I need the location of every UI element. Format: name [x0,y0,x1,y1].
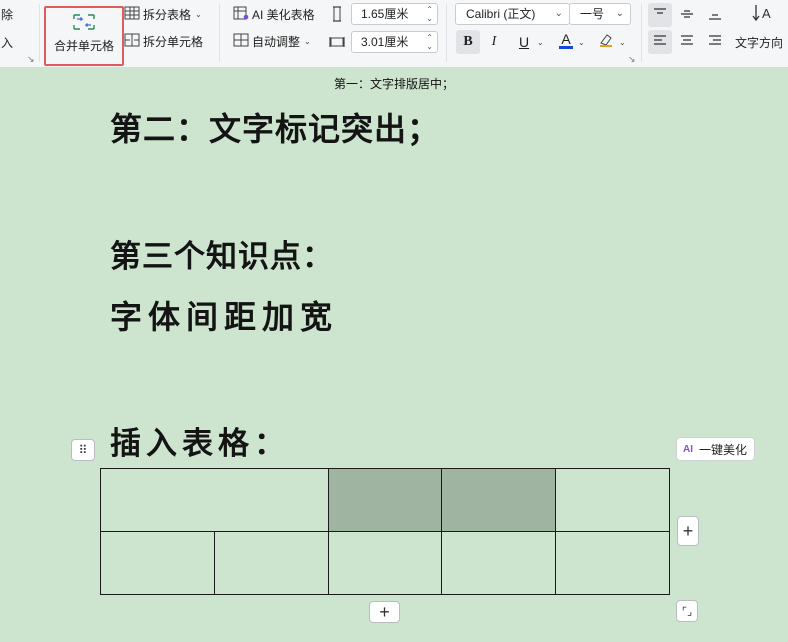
resize-table-icon[interactable]: ⌜⌟ [676,600,698,622]
align-center-button[interactable] [675,30,699,54]
merge-cells-icon [72,12,96,35]
table-cell-selected[interactable] [328,468,442,532]
split-table-button[interactable]: 拆分表格 ⌄ [124,6,202,23]
split-cells-icon [124,33,140,50]
font-color-swatch [559,45,573,49]
row-height-value: 1.65厘米 [361,7,409,21]
align-middle-icon [680,7,694,24]
underline-button[interactable]: U [512,30,536,54]
row-height-stepper[interactable]: 1.65厘米 ⌃ ⌄ [351,3,438,25]
align-center-icon [680,34,694,51]
col-width-icon [329,33,345,54]
chevron-down-icon: ⌄ [615,8,624,19]
align-bottom-button[interactable] [703,3,727,27]
add-row-icon[interactable]: + [369,601,400,623]
heading-text-highlight: 第二：文字标记突出； [110,110,441,148]
ribbon-toolbar: 除 入 ↘ 合并单元格 拆分表格 ⌄ 拆分单元格 AI 美化表格 自动调整 ⌄ … [0,0,788,68]
split-cells-button[interactable]: 拆分单元格 [124,33,203,50]
auto-adjust-button[interactable]: 自动调整 ⌄ [233,33,311,50]
table-move-handle-icon[interactable]: ⠿ [71,439,95,461]
chevron-down-icon[interactable]: ⌄ [578,38,585,47]
chevron-down-icon: ⌄ [304,37,311,46]
stepper-arrows-icon[interactable]: ⌃ ⌄ [426,5,433,23]
page-header-text: 第一：文字排版居中； [333,77,454,91]
text-direction-label: 文字方向 [735,36,784,50]
font-size-value: 一号 [580,7,605,21]
one-click-beautify-label: 一键美化 [699,442,748,457]
delete-button-partial[interactable]: 除 [1,6,13,23]
text-direction-icon[interactable]: A [752,3,776,28]
add-column-icon[interactable]: + [677,516,699,546]
merge-cells-button[interactable]: 合并单元格 [44,6,124,66]
heading-third-point: 第三个知识点： [110,239,334,275]
table-row [100,468,670,532]
ai-table-icon [233,6,249,23]
font-color-label: A [561,30,571,47]
merge-cells-label: 合并单元格 [53,39,114,53]
ai-beautify-table-button[interactable]: AI 美化表格 [233,6,315,23]
align-left-icon [653,34,667,51]
table-cell[interactable] [328,531,442,595]
heading-letter-spacing: 字体间距加宽 [110,298,339,336]
align-bottom-icon [708,7,722,24]
ribbon-divider [641,4,642,62]
font-name-select[interactable]: Calibri (正文) ⌄ [455,3,570,25]
ribbon-divider [39,4,40,62]
font-name-value: Calibri (正文) [466,7,536,21]
table-cell-merged[interactable] [100,468,329,532]
eraser-icon [598,32,614,51]
ribbon-divider [446,4,447,62]
split-table-label: 拆分表格 [143,8,192,22]
align-top-icon [653,7,667,24]
document-table[interactable] [100,468,670,595]
chevron-down-icon: ⌄ [195,10,202,19]
italic-button[interactable]: I [482,30,506,54]
split-cells-label: 拆分单元格 [143,35,204,49]
group-launcher-icon[interactable]: ↘ [27,54,35,65]
group-launcher-icon[interactable]: ↘ [628,54,636,65]
row-height-icon [329,5,345,26]
insert-button-partial[interactable]: 入 [1,34,13,51]
stepper-arrows-icon[interactable]: ⌃ ⌄ [426,33,433,51]
col-width-value: 3.01厘米 [361,35,409,49]
chevron-down-icon[interactable]: ⌄ [537,38,544,47]
chevron-down-icon: ⌄ [554,8,563,19]
heading-insert-table: 插入表格： [110,426,290,462]
align-middle-button[interactable] [675,3,699,27]
auto-adjust-label: 自动调整 [252,35,301,49]
col-width-stepper[interactable]: 3.01厘米 ⌃ ⌄ [351,31,438,53]
svg-text:A: A [762,6,771,21]
align-left-button[interactable] [648,30,672,54]
ai-beautify-table-label: AI 美化表格 [252,8,315,22]
ai-badge: AI [683,443,693,455]
chevron-down-icon[interactable]: ⌄ [619,38,626,47]
table-cell[interactable] [555,468,670,532]
one-click-beautify-button[interactable]: AI 一键美化 [676,437,756,461]
auto-adjust-icon [233,33,249,50]
text-direction-button[interactable]: 文字方向 ⌄ [735,34,788,51]
font-size-select[interactable]: 一号 ⌄ [569,3,631,25]
table-cell-selected[interactable] [441,468,556,532]
align-top-button[interactable] [648,3,672,27]
bold-button[interactable]: B [456,30,480,54]
align-right-icon [708,34,722,51]
table-cell[interactable] [214,531,329,595]
table-cell[interactable] [100,531,215,595]
ribbon-divider [219,4,220,62]
font-color-button[interactable]: A [554,28,578,52]
table-row [100,531,670,595]
table-cell[interactable] [441,531,556,595]
align-right-button[interactable] [703,30,727,54]
table-cell[interactable] [555,531,670,595]
split-table-icon [124,6,140,23]
clear-format-button[interactable] [594,29,618,53]
